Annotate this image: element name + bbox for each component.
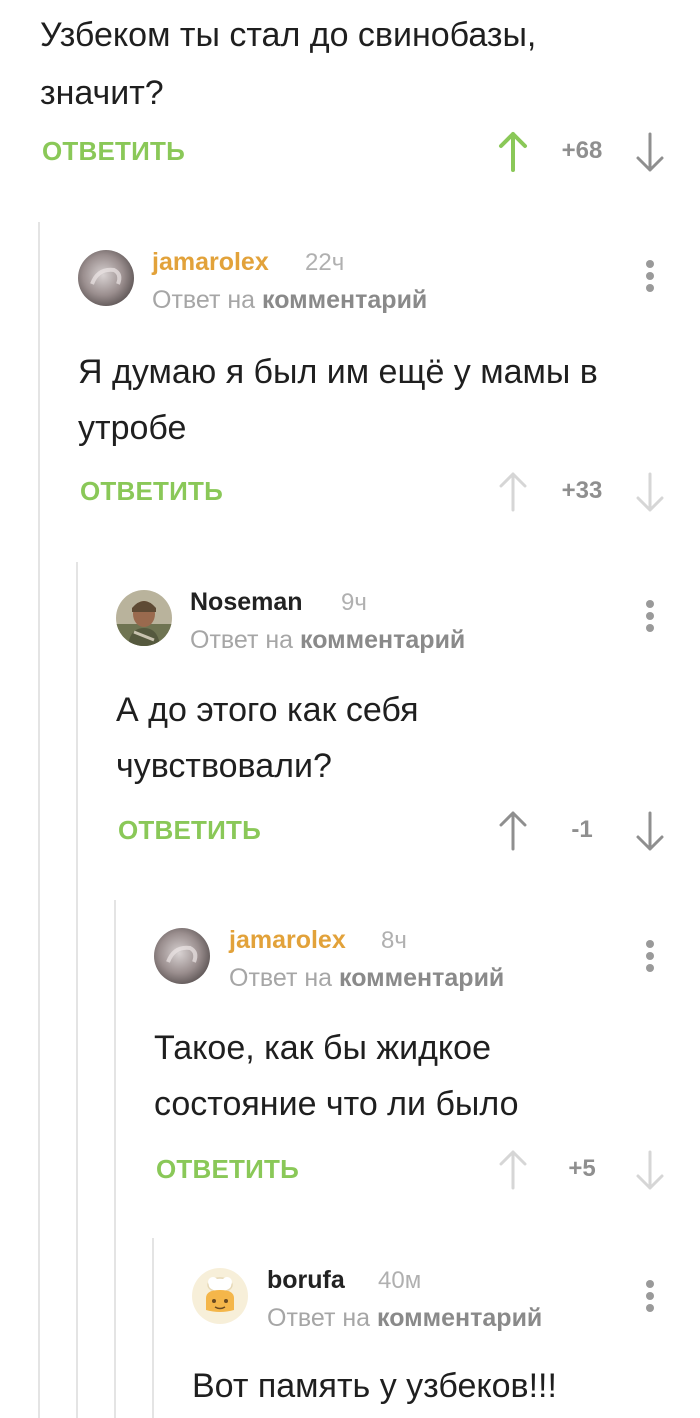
comment-time: 9ч: [341, 589, 367, 616]
blurred-avatar-icon: [154, 928, 210, 984]
arrow-up-icon: [499, 811, 527, 851]
reply-to-target[interactable]: комментарий: [339, 964, 504, 992]
reply-to-target[interactable]: комментарий: [262, 286, 427, 314]
comment-text: Такое, как бы жидкое состояние что ли бы…: [154, 1029, 519, 1123]
thread-line-4: [152, 1238, 154, 1418]
avatar[interactable]: [78, 250, 134, 306]
arrow-down-icon: [636, 472, 664, 512]
root-downvote-button[interactable]: [632, 130, 668, 174]
arrow-up-icon: [499, 472, 527, 512]
downvote-button[interactable]: [632, 470, 668, 514]
thread-line-3: [114, 900, 116, 1418]
root-score: +68: [561, 137, 603, 164]
reply-button[interactable]: ОТВЕТИТЬ: [80, 476, 223, 507]
comment-score: -1: [571, 816, 593, 843]
arrow-up-icon: [499, 1150, 527, 1190]
soldier-photo-avatar-icon: [116, 590, 172, 646]
arrow-down-icon: [636, 1150, 664, 1190]
downvote-button[interactable]: [632, 1148, 668, 1192]
comment-text: А до этого как себя чувствовали?: [116, 691, 419, 785]
more-menu-icon[interactable]: [640, 600, 660, 640]
comment-score: +33: [561, 477, 603, 504]
comment-time: 40м: [378, 1267, 422, 1294]
reply-to-prefix: Ответ на: [190, 626, 294, 654]
username[interactable]: Noseman: [190, 588, 303, 617]
upvote-button[interactable]: [495, 470, 531, 514]
root-comment-text: Узбеком ты стал до свинобазы, значит?: [40, 16, 537, 112]
root-reply-button[interactable]: ОТВЕТИТЬ: [42, 136, 185, 167]
avatar[interactable]: [116, 590, 172, 646]
username[interactable]: jamarolex: [152, 248, 269, 277]
comment-time: 8ч: [381, 927, 407, 954]
arrow-down-icon: [636, 132, 664, 172]
more-menu-icon[interactable]: [640, 940, 660, 980]
reply-button[interactable]: ОТВЕТИТЬ: [118, 815, 261, 846]
chef-cartoon-avatar-icon: [192, 1268, 248, 1324]
reply-to-link[interactable]: Ответ на комментарий: [190, 626, 465, 655]
comment-time: 22ч: [305, 249, 345, 276]
comment-text: Я думаю я был им ещё у мамы в утробе: [78, 353, 598, 447]
thread-line-2: [76, 562, 78, 1418]
arrow-up-icon: [499, 132, 527, 172]
root-upvote-button[interactable]: [495, 130, 531, 174]
upvote-button[interactable]: [495, 809, 531, 853]
arrow-down-icon: [636, 811, 664, 851]
reply-to-target[interactable]: комментарий: [377, 1304, 542, 1332]
comment-score: +5: [568, 1155, 596, 1182]
comment-text: Вот память у узбеков!!!: [192, 1367, 557, 1405]
more-menu-icon[interactable]: [640, 260, 660, 300]
reply-to-link[interactable]: Ответ на комментарий: [152, 286, 427, 315]
reply-to-link[interactable]: Ответ на комментарий: [229, 964, 504, 993]
reply-to-prefix: Ответ на: [152, 286, 256, 314]
reply-to-target[interactable]: комментарий: [300, 626, 465, 654]
blurred-avatar-icon: [78, 250, 134, 306]
username[interactable]: borufa: [267, 1266, 345, 1295]
more-menu-icon[interactable]: [640, 1280, 660, 1320]
reply-to-prefix: Ответ на: [267, 1304, 371, 1332]
username[interactable]: jamarolex: [229, 926, 346, 955]
avatar[interactable]: [192, 1268, 248, 1324]
reply-button[interactable]: ОТВЕТИТЬ: [156, 1154, 299, 1185]
reply-to-prefix: Ответ на: [229, 964, 333, 992]
avatar[interactable]: [154, 928, 210, 984]
thread-line-1: [38, 222, 40, 1418]
reply-to-link[interactable]: Ответ на комментарий: [267, 1304, 542, 1333]
upvote-button[interactable]: [495, 1148, 531, 1192]
downvote-button[interactable]: [632, 809, 668, 853]
